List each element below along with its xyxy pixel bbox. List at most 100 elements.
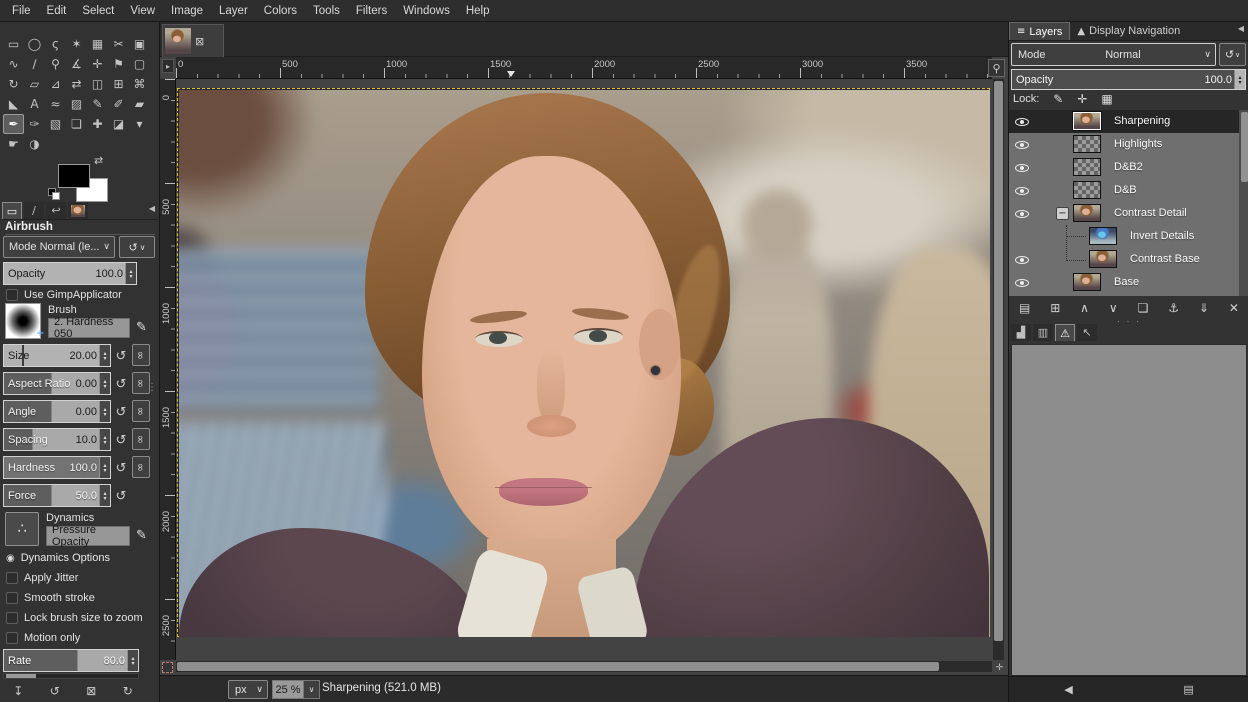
apply-jitter-checkbox[interactable]: Apply Jitter <box>6 572 78 584</box>
tool-unified-transform[interactable]: ⊞ <box>108 74 129 94</box>
menu-file[interactable]: File <box>4 5 39 17</box>
save-options-button[interactable]: ↧ <box>13 684 23 698</box>
default-colors-icon[interactable] <box>48 188 60 200</box>
layer-thumbnail[interactable] <box>1073 135 1101 153</box>
tool-text[interactable]: A <box>24 94 45 114</box>
layer-mode-switch-button[interactable]: ↺ ∨ <box>1219 43 1246 66</box>
menu-select[interactable]: Select <box>74 5 122 17</box>
tool-handle-transform[interactable]: ⌘ <box>129 74 150 94</box>
use-gimpapplicator-checkbox[interactable]: Use GimpApplicator <box>6 289 122 301</box>
spinner[interactable]: ▴▾ <box>99 457 110 478</box>
motion-only-checkbox[interactable]: Motion only <box>6 632 80 644</box>
paint-mode-dropdown[interactable]: Mode Normal (le... ∨ <box>3 236 115 258</box>
spinner[interactable]: ▴▾ <box>99 401 110 422</box>
tool-move[interactable]: ✛ <box>87 54 108 74</box>
tool-free-select[interactable]: ς <box>45 34 66 54</box>
tool-ink[interactable]: ✑ <box>24 114 45 134</box>
visibility-icon[interactable] <box>1015 115 1029 128</box>
tool-color-picker[interactable]: ∕ <box>24 54 45 74</box>
canvas-viewport[interactable] <box>176 79 992 660</box>
tool-foreground-select[interactable]: ▣ <box>129 34 150 54</box>
link-angle-button[interactable]: ∞ <box>132 400 150 422</box>
tool-blur-sharpen[interactable]: ▾ <box>129 114 150 134</box>
dock-resize-handle[interactable]: ⋮ <box>147 382 157 393</box>
tool-align[interactable]: ⚑ <box>108 54 129 74</box>
color-area[interactable]: ⇄ <box>50 158 120 206</box>
smooth-stroke-checkbox[interactable]: Smooth stroke <box>6 592 95 604</box>
tool-rectangle-select[interactable]: ▭ <box>3 34 24 54</box>
tool-airbrush[interactable]: ✒ <box>3 114 24 134</box>
navigation-button[interactable]: ✛ <box>994 662 1005 673</box>
link-size-button[interactable]: ∞ <box>132 344 150 366</box>
edit-brush-icon[interactable]: ✎ <box>136 320 147 335</box>
lower-layer-button[interactable]: ∨ <box>1109 301 1118 315</box>
layer-row-sharpening[interactable]: Sharpening <box>1009 110 1239 133</box>
spinner[interactable]: ▴▾ <box>127 650 138 671</box>
lock-brush-size-checkbox[interactable]: Lock brush size to zoom <box>6 612 143 624</box>
canvas-hscrollbar[interactable] <box>176 661 992 672</box>
tool-clone[interactable]: ❏ <box>66 114 87 134</box>
brush-name-field[interactable]: 2. Hardness 050 <box>48 318 130 338</box>
tool-mypaint-brush[interactable]: ▧ <box>45 114 66 134</box>
collapse-dock-icon[interactable]: ◀ <box>149 204 155 213</box>
anchor-layer-button[interactable]: ⚓ <box>1168 301 1179 315</box>
reset-hardness-button[interactable]: ↺ <box>113 458 129 478</box>
tab-pointer[interactable]: ↖ <box>1077 324 1097 341</box>
tool-shear[interactable]: ▱ <box>24 74 45 94</box>
opacity-slider[interactable]: Opacity 100.0 ▴▾ <box>3 262 137 285</box>
menu-tools[interactable]: Tools <box>305 5 348 17</box>
tool-ellipse-select[interactable]: ◯ <box>24 34 45 54</box>
hardness-slider[interactable]: Hardness 100.0 ▴▾ <box>3 456 111 479</box>
tab-image-thumbnail[interactable] <box>68 202 88 219</box>
zoom-dropdown[interactable]: 25 % ∨ <box>272 680 320 699</box>
tool-perspective[interactable]: ⊿ <box>45 74 66 94</box>
close-icon[interactable]: ⊠ <box>195 35 204 48</box>
layer-row-base[interactable]: Base <box>1009 271 1239 294</box>
layer-thumbnail[interactable] <box>1073 273 1101 291</box>
new-layer-button[interactable]: ▤ <box>1019 301 1030 315</box>
dynamics-name-field[interactable]: Pressure Opacity <box>46 526 130 546</box>
menu-edit[interactable]: Edit <box>39 5 75 17</box>
delete-layer-button[interactable]: ✕ <box>1229 301 1239 315</box>
tool-dodge-burn[interactable]: ◑ <box>24 134 45 154</box>
tool-rotate[interactable]: ↻ <box>3 74 24 94</box>
force-slider[interactable]: Force 50.0 ▴▾ <box>3 484 111 507</box>
tool-flip[interactable]: ⇄ <box>66 74 87 94</box>
swap-colors-icon[interactable]: ⇄ <box>94 154 103 167</box>
restore-options-button[interactable]: ↺ <box>50 684 60 698</box>
tab-histogram[interactable]: ▟ <box>1011 324 1031 341</box>
layer-mode-dropdown[interactable]: Mode Normal ∨ <box>1011 43 1216 66</box>
visibility-icon[interactable] <box>1015 253 1029 266</box>
lock-paint-icon[interactable]: ✎ <box>1053 92 1063 106</box>
lock-alpha-icon[interactable]: ▦ <box>1101 92 1112 106</box>
tool-heal[interactable]: ✚ <box>87 114 108 134</box>
link-hardness-button[interactable]: ∞ <box>132 456 150 478</box>
tab-channels[interactable]: ▥ <box>1033 324 1053 341</box>
tab-display-navigation[interactable]: ▲ Display Navigation <box>1070 22 1187 40</box>
reset-aspect-button[interactable]: ↺ <box>113 374 129 394</box>
quick-mask-toggle[interactable] <box>162 662 173 673</box>
reset-spacing-button[interactable]: ↺ <box>113 430 129 450</box>
visibility-icon[interactable] <box>1015 276 1029 289</box>
tab-layers[interactable]: ≡ Layers <box>1009 22 1070 40</box>
layer-list-scrollbar[interactable] <box>1239 110 1248 296</box>
photo-image[interactable] <box>179 90 990 637</box>
tool-paintbrush[interactable]: ✐ <box>108 94 129 114</box>
layer-thumbnail[interactable] <box>1073 158 1101 176</box>
tool-perspective-clone[interactable]: ◪ <box>108 114 129 134</box>
menu-image[interactable]: Image <box>163 5 211 17</box>
tool-fuzzy-select[interactable]: ✶ <box>66 34 87 54</box>
canvas-vscrollbar[interactable] <box>993 79 1004 660</box>
ruler-corner-menu[interactable]: ▸ <box>162 59 174 73</box>
layer-thumbnail[interactable] <box>1089 227 1117 245</box>
tool-select-by-color[interactable]: ▦ <box>87 34 108 54</box>
tool-warp-transform[interactable]: ≈ <box>45 94 66 114</box>
tool-crop[interactable]: ▢ <box>129 54 150 74</box>
tab-device-status[interactable]: ∕ <box>24 202 44 219</box>
tab-tool-options[interactable]: ▭ <box>2 202 22 219</box>
foreground-color-swatch[interactable] <box>58 164 90 188</box>
tool-pencil[interactable]: ✎ <box>87 94 108 114</box>
menu-help[interactable]: Help <box>458 5 498 17</box>
layer-row-highlights[interactable]: Highlights <box>1009 133 1239 156</box>
reset-size-button[interactable]: ↺ <box>113 346 129 366</box>
